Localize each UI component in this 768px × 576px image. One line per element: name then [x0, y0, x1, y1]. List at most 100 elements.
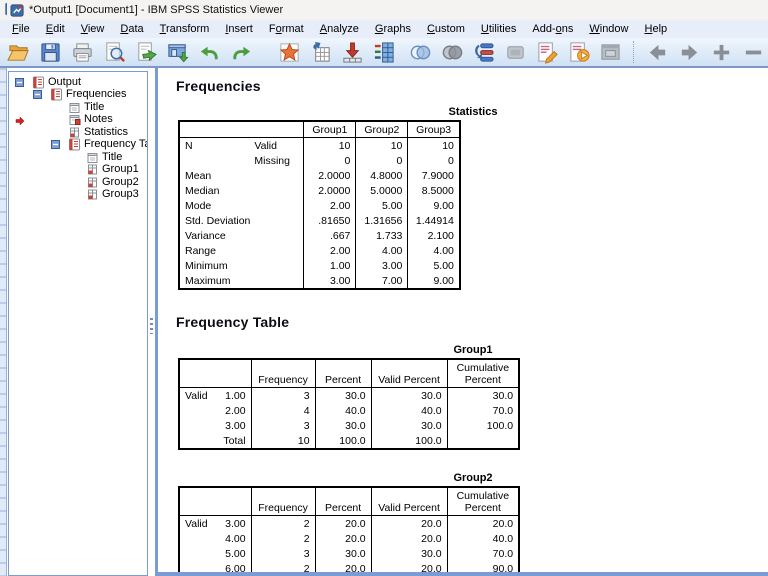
- frequencies-heading[interactable]: Frequencies: [176, 78, 768, 94]
- toolbar-print-preview-button[interactable]: [99, 39, 129, 65]
- menu-format[interactable]: Format: [261, 22, 312, 36]
- tree-item-title[interactable]: Title: [9, 151, 147, 164]
- freq-group1-table[interactable]: Frequency Percent Valid Percent Cumulative …: [178, 358, 521, 450]
- column-header: Cumulative Percent: [446, 487, 520, 516]
- notes-node-icon: [68, 113, 81, 126]
- row-label-cell: Valid 3.00: [185, 517, 246, 530]
- menu-file[interactable]: File: [4, 22, 38, 36]
- menu-view[interactable]: View: [73, 22, 113, 36]
- table-row: Missing 0 0 0: [179, 153, 460, 168]
- toolbar-previous-button[interactable]: [643, 39, 673, 65]
- left-edge-scrollbar[interactable]: [0, 68, 7, 576]
- menu-custom[interactable]: Custom: [419, 22, 473, 36]
- chart-star-icon: [278, 41, 301, 64]
- value-cell: 2.100: [407, 228, 460, 243]
- value-cell: 100.0: [370, 433, 448, 449]
- value-cell: 1.00: [303, 258, 356, 273]
- freq-table-group1-block[interactable]: Group1 Frequency Percent Valid Percent Cumul…: [178, 344, 768, 450]
- table-row: Variance .667 1.733 2.100: [179, 228, 460, 243]
- tree-item-frequency-table[interactable]: Frequency Table: [9, 138, 147, 152]
- statistics-block[interactable]: Statistics Group1 Group2 Group3 N Valid 10 10 10…: [178, 106, 768, 290]
- toolbar-recall-dialogs-button[interactable]: [163, 39, 193, 65]
- menu-add-ons[interactable]: Add-ons: [524, 22, 581, 36]
- value-cell: 7.00: [355, 273, 408, 289]
- toolbar-collapse-button[interactable]: [738, 39, 768, 65]
- toolbar-open-file-button[interactable]: [4, 39, 34, 65]
- value-cell: 0: [303, 153, 356, 168]
- current-item-arrow-icon: [15, 115, 25, 126]
- splitter-handle-icon[interactable]: [150, 318, 153, 334]
- data-grid-icon: [373, 41, 396, 64]
- collapse-expander-icon[interactable]: [33, 90, 42, 100]
- title-node-icon: [68, 101, 81, 114]
- print-preview-icon: [103, 41, 126, 64]
- value-cell: 90.0: [446, 561, 520, 572]
- row-label-cell: Mean: [185, 169, 212, 182]
- stub-header-cell: [179, 487, 252, 516]
- toolbar-print-button[interactable]: [68, 39, 98, 65]
- toolbar-data-grid-button[interactable]: [370, 39, 400, 65]
- freq-table-group2-block[interactable]: Group2 Frequency Percent Valid Percent Cumul…: [178, 472, 768, 572]
- tree-item-label: Frequencies: [66, 88, 127, 101]
- menu-help[interactable]: Help: [637, 22, 676, 36]
- menu-transform[interactable]: Transform: [152, 22, 218, 36]
- tree-item-output[interactable]: Output: [9, 76, 147, 89]
- value-cell: 30.0: [370, 546, 448, 561]
- tree-item-group2[interactable]: Group2: [9, 176, 147, 189]
- menu-edit[interactable]: Edit: [38, 22, 73, 36]
- toolbar-edit-script-button[interactable]: [533, 39, 563, 65]
- toolbar: [0, 38, 768, 68]
- toolbar-select-circles-button[interactable]: [405, 39, 435, 65]
- menu-graphs[interactable]: Graphs: [367, 22, 419, 36]
- value-cell: 10: [250, 433, 316, 449]
- toolbar-goto-case-button[interactable]: [306, 39, 336, 65]
- table-row: Valid 1.00 3 30.0 30.0 30.0: [179, 387, 520, 403]
- menu-insert[interactable]: Insert: [217, 22, 261, 36]
- toolbar-chart-star-button[interactable]: [274, 39, 304, 65]
- value-cell: 20.0: [370, 561, 448, 572]
- toolbar-expand-button[interactable]: [706, 39, 736, 65]
- collapse-expander-icon[interactable]: [51, 140, 60, 150]
- tree-item-statistics[interactable]: Statistics: [9, 126, 147, 139]
- value-cell: 2.0000: [303, 168, 356, 183]
- row-label-cell: N Valid: [185, 139, 277, 152]
- menu-window[interactable]: Window: [581, 22, 636, 36]
- toolbar-designate-window-button: [596, 39, 626, 65]
- freq-group2-table[interactable]: Frequency Percent Valid Percent Cumulative …: [178, 486, 521, 572]
- value-cell: 20.0: [370, 531, 448, 546]
- menu-utilities[interactable]: Utilities: [473, 22, 524, 36]
- menu-analyze[interactable]: Analyze: [312, 22, 367, 36]
- row-label-cell: Mode: [185, 199, 212, 212]
- toolbar-run-script-button[interactable]: [564, 39, 594, 65]
- toolbar-split-stack-button[interactable]: [469, 39, 499, 65]
- menu-data[interactable]: Data: [112, 22, 151, 36]
- stub-header-cell: [179, 359, 252, 388]
- value-cell: 5.00: [407, 258, 460, 273]
- output-pane: Frequencies Statistics Group1 Group2 Group3…: [155, 68, 768, 576]
- tree-item-notes[interactable]: Notes: [9, 114, 147, 127]
- statistics-table[interactable]: Group1 Group2 Group3 N Valid 10 10 10 Missing 0 0 0…: [178, 120, 461, 290]
- tree-item-group3[interactable]: Group3: [9, 189, 147, 202]
- tree-item-label: Group3: [102, 188, 139, 201]
- toolbar-export-button[interactable]: [131, 39, 161, 65]
- toolbar-append-data-button[interactable]: [338, 39, 368, 65]
- toolbar-redo-button[interactable]: [226, 39, 256, 65]
- value-cell: 8.5000: [407, 183, 460, 198]
- toolbar-save-button[interactable]: [36, 39, 66, 65]
- row-label-cell: Valid 1.00: [185, 389, 246, 402]
- toolbar-next-button[interactable]: [675, 39, 705, 65]
- value-cell: 30.0: [314, 418, 372, 433]
- frequency-table-heading[interactable]: Frequency Table: [176, 314, 768, 330]
- value-cell: 1.31656: [355, 213, 408, 228]
- tree-item-title[interactable]: Title: [9, 101, 147, 114]
- column-header: Valid Percent: [370, 487, 448, 516]
- collapse-expander-icon[interactable]: [15, 77, 24, 87]
- tree-item-group1[interactable]: Group1: [9, 164, 147, 177]
- table-row: Total 10 100.0 100.0: [179, 433, 520, 449]
- tree-item-label: Frequency Table: [84, 138, 147, 151]
- toolbar-undo-button[interactable]: [195, 39, 225, 65]
- tree-item-frequencies[interactable]: Frequencies: [9, 88, 147, 102]
- print-icon: [71, 41, 94, 64]
- designate-window-icon: [599, 41, 622, 64]
- table-row: N Valid 10 10 10: [179, 137, 460, 153]
